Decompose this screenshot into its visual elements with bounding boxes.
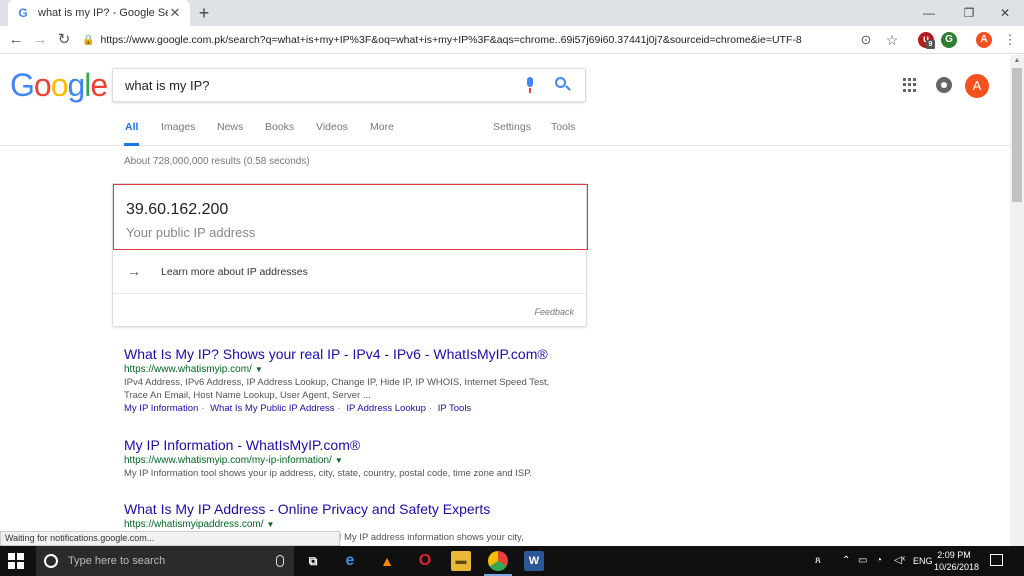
caret-down-icon[interactable]: ▼ <box>335 456 343 465</box>
vlc-icon[interactable]: ▲ <box>377 551 397 571</box>
tab-images[interactable]: Images <box>161 121 195 146</box>
chrome-menu-icon[interactable]: ⋮ <box>1000 30 1020 50</box>
extension-g-icon[interactable]: G <box>941 32 957 48</box>
opera-icon[interactable]: O <box>415 551 435 571</box>
lock-icon: 🔒 <box>82 34 95 46</box>
taskbar-mic-icon[interactable] <box>276 555 284 567</box>
tray-chevron-icon[interactable]: ⌃ <box>842 546 850 576</box>
tab-videos[interactable]: Videos <box>316 121 348 146</box>
tab-close-icon[interactable]: ✕ <box>168 5 182 21</box>
forward-button[interactable]: → <box>30 30 50 50</box>
status-bubble: Waiting for notifications.google.com... <box>0 531 340 546</box>
taskbar-search[interactable]: Type here to search <box>36 546 294 576</box>
sitelink[interactable]: IP Address Lookup <box>346 403 426 414</box>
result-title-link[interactable]: What Is My IP? Shows your real IP - IPv4… <box>124 346 584 362</box>
tab-strip: G what is my IP? - Google Search ✕ + — ❐… <box>0 0 1024 26</box>
search-result: My IP Information - WhatIsMyIP.com® http… <box>124 437 584 480</box>
action-center-icon[interactable] <box>990 554 1003 566</box>
sitelink[interactable]: What Is My Public IP Address <box>210 403 334 414</box>
url-text: https://www.google.com.pk/search?q=what+… <box>100 34 802 46</box>
caret-down-icon[interactable]: ▼ <box>267 520 275 529</box>
tab-title: what is my IP? - Google Search <box>38 7 168 19</box>
tab-more[interactable]: More <box>370 121 394 146</box>
extension-badge: 9 <box>926 40 935 49</box>
browser-toolbar: ← → ↻ 🔒 https://www.google.com.pk/search… <box>0 26 1024 54</box>
result-url: https://www.whatismyip.com/my-ip-informa… <box>124 455 343 466</box>
file-explorer-icon[interactable]: ▬ <box>451 551 471 571</box>
result-sitelinks: My IP Information · What Is My Public IP … <box>124 403 472 414</box>
ip-address-label: Your public IP address <box>126 225 256 240</box>
search-result: What Is My IP? Shows your real IP - IPv4… <box>124 346 584 414</box>
result-url: https://whatismyipaddress.com/▼ <box>124 519 275 530</box>
search-tabs: All Images News Books Videos More Settin… <box>0 121 1010 146</box>
apps-grid-icon[interactable] <box>903 78 917 92</box>
arrow-right-icon: → <box>127 263 141 279</box>
ip-answer-card: 39.60.162.200 Your public IP address → L… <box>112 183 588 327</box>
microphone-icon[interactable] <box>525 77 535 93</box>
sitelink[interactable]: IP Tools <box>438 403 471 414</box>
ip-highlight-box: 39.60.162.200 Your public IP address <box>113 184 588 250</box>
result-snippet: IPv4 Address, IPv6 Address, IP Address L… <box>124 377 550 401</box>
window-close-button[interactable]: ✕ <box>986 0 1024 26</box>
result-stats: About 728,000,000 results (0.58 seconds) <box>124 156 310 167</box>
scroll-up-icon[interactable]: ▲ <box>1012 57 1022 65</box>
learn-more-row[interactable]: → Learn more about IP addresses <box>113 250 586 294</box>
restore-button[interactable]: ❐ <box>950 0 988 26</box>
word-icon[interactable]: W <box>524 551 544 571</box>
result-title-link[interactable]: My IP Information - WhatIsMyIP.com® <box>124 437 584 453</box>
result-url: https://www.whatismyip.com/▼ <box>124 364 263 375</box>
settings-link[interactable]: Settings <box>493 121 531 146</box>
windows-taskbar: Type here to search ⧉ e ▲ O ▬ W ጸ ⌃ ▭ ◔ … <box>0 546 1024 576</box>
google-header: Google A All Images News Books Videos Mo… <box>0 55 1010 146</box>
result-title-link[interactable]: What Is My IP Address - Online Privacy a… <box>124 501 584 517</box>
tools-link[interactable]: Tools <box>551 121 576 146</box>
tab-news[interactable]: News <box>217 121 243 146</box>
learn-more-link[interactable]: Learn more about IP addresses <box>161 266 308 278</box>
location-target-icon[interactable]: ⊙ <box>856 30 876 50</box>
cortana-icon <box>44 554 58 568</box>
taskbar-search-placeholder: Type here to search <box>68 555 166 567</box>
feedback-link[interactable]: Feedback <box>534 307 574 317</box>
result-snippet: My IP Information tool shows your ip add… <box>124 468 532 479</box>
taskbar-clock[interactable]: 2:09 PM 10/26/2018 <box>934 549 979 573</box>
volume-icon[interactable]: ◁ˣ <box>894 546 905 576</box>
people-icon[interactable]: ጸ <box>815 546 821 576</box>
back-button[interactable]: ← <box>6 30 26 50</box>
task-view-icon[interactable]: ⧉ <box>303 551 323 571</box>
account-avatar[interactable]: A <box>965 74 989 98</box>
scrollbar-thumb[interactable] <box>1012 68 1022 202</box>
bookmark-star-icon[interactable]: ☆ <box>882 30 902 50</box>
new-tab-button[interactable]: + <box>194 3 214 23</box>
notifications-icon[interactable] <box>936 77 952 93</box>
edge-icon[interactable]: e <box>340 551 360 571</box>
language-indicator[interactable]: ENG <box>913 546 933 576</box>
tab-all[interactable]: All <box>124 121 140 146</box>
minimize-button[interactable]: — <box>910 0 948 26</box>
search-box <box>112 68 586 102</box>
google-logo[interactable]: Google <box>10 67 108 104</box>
windows-start-icon[interactable] <box>8 553 24 569</box>
tab-books[interactable]: Books <box>265 121 294 146</box>
google-favicon-icon: G <box>18 6 28 20</box>
profile-avatar-icon[interactable]: A <box>976 32 992 48</box>
caret-down-icon[interactable]: ▼ <box>255 365 263 374</box>
wifi-icon[interactable]: ◔ <box>876 546 882 576</box>
ip-address-value: 39.60.162.200 <box>126 201 229 218</box>
sitelink[interactable]: My IP Information <box>124 403 198 414</box>
reload-button[interactable]: ↻ <box>54 30 74 50</box>
search-icon[interactable] <box>553 75 573 95</box>
address-bar[interactable]: 🔒 https://www.google.com.pk/search?q=wha… <box>82 29 910 51</box>
browser-tab[interactable]: G what is my IP? - Google Search ✕ <box>8 0 190 26</box>
chrome-icon[interactable] <box>484 551 512 576</box>
battery-icon[interactable]: ▭ <box>858 546 867 576</box>
search-input[interactable] <box>125 77 525 93</box>
